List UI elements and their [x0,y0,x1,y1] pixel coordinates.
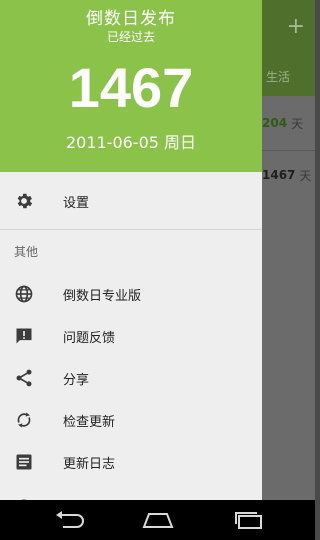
share-icon [14,368,34,388]
add-icon[interactable]: + [287,16,305,38]
days-count: 1467 [68,56,194,119]
drawer-item-share[interactable]: 分享 [0,357,262,399]
day-unit: 天 [299,168,312,183]
recents-icon [235,512,262,529]
drawer-item-label: 问题反馈 [63,330,116,346]
drawer-item-pro[interactable]: 倒数日专业版 [0,273,262,315]
back-icon [56,511,84,528]
drawer-item-label: 分享 [63,372,90,388]
recents-button[interactable] [228,508,268,532]
drawer-item-label: 检查更新 [63,414,116,430]
drawer-item-check-update[interactable]: 检查更新 [0,399,262,441]
day-unit: 天 [291,116,304,131]
drawer-item-settings[interactable]: 设置 [0,180,262,222]
globe-icon [14,284,34,304]
drawer-item-label: 设置 [63,195,90,211]
drawer-item-changelog[interactable]: 更新日志 [0,441,262,483]
event-subtitle: 已经过去 [106,30,155,44]
tab-life[interactable]: 生活 [266,68,290,85]
log-icon [14,452,34,472]
refresh-icon [14,410,34,430]
drawer-item-label: 更新日志 [63,456,116,472]
home-icon [142,513,174,528]
gear-icon [14,191,34,211]
back-button[interactable] [50,508,90,532]
system-nav-bar [0,500,315,540]
list-item[interactable]: 204 天 [262,102,315,144]
day-count: 1467 [262,168,296,182]
drawer-item-partial[interactable] [0,486,262,500]
event-title: 倒数日发布 [86,9,176,29]
row-divider [262,150,315,151]
feedback-icon [14,326,34,346]
drawer-header[interactable]: 倒数日发布 已经过去 1467 2011-06-05 周日 [0,0,262,172]
section-header-other: 其他 [14,245,39,259]
section-divider [0,229,262,230]
home-button[interactable] [138,508,178,532]
list-item[interactable]: 1467 天 [262,154,315,196]
day-count: 204 [262,116,288,130]
navigation-drawer: 倒数日发布 已经过去 1467 2011-06-05 周日 设置 其他 倒数日专… [0,0,262,500]
drawer-item-feedback[interactable]: 问题反馈 [0,315,262,357]
drawer-item-label: 倒数日专业版 [63,288,142,304]
event-date: 2011-06-05 周日 [65,133,197,152]
